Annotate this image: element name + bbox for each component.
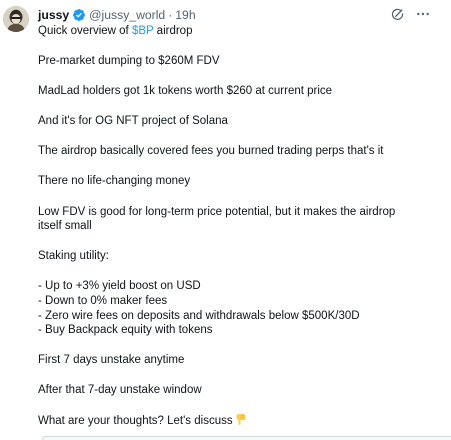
paragraph-unstake-first: First 7 days unstake anytime (38, 354, 185, 367)
separator-dot: · (168, 8, 173, 22)
media-card-edge[interactable] (42, 436, 451, 440)
grok-icon[interactable] (389, 6, 405, 22)
display-name[interactable]: jussy (38, 6, 69, 24)
bullet-item: - Down to 0% maker fees (38, 294, 168, 307)
tweet[interactable]: jussy @jussy_world · 19h Quick overview … (0, 0, 451, 440)
bullet-item: - Up to +3% yield boost on USD (38, 280, 201, 293)
paragraph-og-nft: And it's for OG NFT project of Solana (38, 115, 228, 128)
verified-badge-icon[interactable] (72, 8, 86, 22)
paragraph-money: There no life-changing money (38, 175, 191, 188)
staking-title: Staking utility: (38, 250, 109, 263)
intro-suffix: airdrop (153, 25, 193, 37)
bullet-item: - Buy Backpack equity with tokens (38, 324, 213, 337)
pointing-down-hand-emoji-icon (235, 413, 247, 431)
intro-line: Quick overview of $BP airdrop (38, 24, 438, 39)
paragraph-fdv: Pre-market dumping to $260M FDV (38, 55, 220, 68)
paragraph-unstake-window: After that 7-day unstake window (38, 384, 202, 397)
handle[interactable]: @jussy_world (89, 6, 165, 24)
paragraph-low-fdv-line1: Low FDV is good for long-term price pote… (38, 205, 396, 218)
bullet-item: - Zero wire fees on deposits and withdra… (38, 309, 360, 322)
cashtag-link[interactable]: $BP (132, 25, 154, 37)
paragraph-discuss: What are your thoughts? Let's discuss (38, 413, 438, 431)
avatar[interactable] (3, 6, 29, 32)
timestamp[interactable]: 19h (175, 6, 195, 24)
tweet-actions (389, 6, 431, 22)
paragraph-low-fdv-line2: itself small (38, 220, 92, 233)
intro-prefix: Quick overview of (38, 25, 132, 37)
tweet-text: Quick overview of $BP airdrop Pre-market… (38, 24, 438, 431)
discuss-text: What are your thoughts? Let's discuss (38, 415, 233, 428)
paragraph-madlad: MadLad holders got 1k tokens worth $260 … (38, 85, 333, 98)
paragraph-fees: The airdrop basically covered fees you b… (38, 145, 384, 158)
more-icon[interactable] (415, 6, 431, 22)
tweet-header: jussy @jussy_world · 19h (38, 6, 196, 24)
